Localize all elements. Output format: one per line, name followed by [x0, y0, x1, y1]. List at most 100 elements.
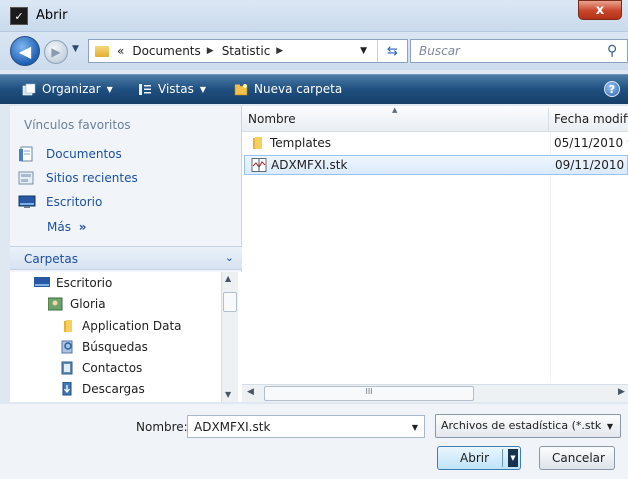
- history-dropdown-icon[interactable]: ▼: [72, 44, 79, 54]
- cancel-button[interactable]: Cancelar: [539, 446, 615, 470]
- views-button[interactable]: Vistas ▼: [138, 82, 206, 96]
- file-type-select[interactable]: Archivos de estadística (*.stk ▼: [435, 414, 621, 438]
- views-icon: [139, 83, 151, 95]
- help-icon[interactable]: ?: [604, 81, 620, 97]
- folders-header[interactable]: Carpetas ⌄: [10, 246, 242, 270]
- breadcrumb-overflow[interactable]: «: [117, 44, 124, 58]
- file-row-adxmfxi[interactable]: ADXMFXI.stk 09/11/2010 1: [244, 155, 628, 175]
- chevron-down-icon: ▼: [106, 84, 113, 94]
- horizontal-scrollbar[interactable]: ◀ III ▶: [242, 384, 628, 402]
- favorites-header: Vínculos favoritos: [24, 118, 131, 132]
- more-arrows: »: [78, 220, 87, 234]
- open-label: Abrir: [460, 451, 490, 465]
- tree-label: Escritorio: [56, 276, 113, 290]
- forward-button[interactable]: ▶: [44, 40, 68, 64]
- dialog-footer: Nombre: ADXMFXI.stk ▼ Archivos de estadí…: [0, 404, 628, 479]
- address-dropdown-icon[interactable]: ▼: [360, 46, 367, 56]
- search-icon[interactable]: ⚲: [607, 43, 623, 59]
- tree-item-descargas[interactable]: Descargas: [60, 382, 145, 396]
- search-placeholder: Buscar: [419, 44, 460, 58]
- new-folder-label: Nueva carpeta: [254, 82, 343, 96]
- tree-item-gloria[interactable]: Gloria: [48, 297, 106, 311]
- window-title: Abrir: [36, 8, 68, 23]
- tree-item-application-data[interactable]: Application Data: [60, 319, 182, 333]
- tree-label: Contactos: [82, 361, 143, 375]
- file-date: 05/11/2010 9: [554, 136, 628, 150]
- downloads-icon: [62, 382, 72, 396]
- breadcrumb-separator-icon[interactable]: ▶: [276, 46, 283, 56]
- open-dropdown-icon[interactable]: ▼: [508, 449, 518, 467]
- favorite-label: Escritorio: [46, 195, 103, 209]
- file-name: Templates: [270, 136, 332, 150]
- tree-scrollbar[interactable]: ▲ ▼: [221, 272, 238, 402]
- stk-file-icon: [251, 158, 267, 172]
- tree-item-contactos[interactable]: Contactos: [60, 361, 142, 375]
- file-type-value: Archivos de estadística (*.stk: [441, 419, 602, 432]
- organize-label: Organizar: [42, 82, 101, 96]
- file-date: 09/11/2010 1: [555, 158, 628, 172]
- button-divider: [502, 449, 503, 467]
- new-folder-icon: [234, 83, 248, 95]
- file-row-templates[interactable]: Templates 05/11/2010 9: [244, 134, 628, 154]
- breadcrumb-documents[interactable]: Documents: [132, 44, 200, 58]
- user-folder-icon: [48, 297, 63, 311]
- new-folder-button[interactable]: Nueva carpeta: [234, 82, 342, 96]
- column-header-name[interactable]: Nombre: [248, 112, 296, 126]
- horizontal-scroll-thumb[interactable]: III: [264, 386, 474, 401]
- favorite-escritorio[interactable]: Escritorio: [18, 194, 102, 210]
- folder-icon: [253, 137, 262, 149]
- close-button[interactable]: x: [578, 0, 622, 20]
- chevron-down-icon[interactable]: ▼: [412, 423, 418, 432]
- file-list: ▲ Nombre Fecha modifi Templates 05/11/20…: [242, 106, 628, 402]
- more-label: Más: [47, 220, 71, 234]
- column-divider[interactable]: [548, 108, 549, 130]
- sort-ascending-icon: ▲: [392, 106, 398, 114]
- back-button[interactable]: ◀: [10, 36, 40, 66]
- tree-scroll-thumb[interactable]: [223, 292, 237, 312]
- favorite-documentos[interactable]: Documentos: [18, 146, 122, 162]
- navigation-pane: Vínculos favoritos Documentos Sitios rec…: [10, 106, 242, 402]
- file-name-input[interactable]: ADXMFXI.stk ▼: [187, 415, 425, 438]
- chevron-down-icon[interactable]: ⌄: [225, 251, 234, 264]
- file-name: ADXMFXI.stk: [271, 158, 348, 172]
- organize-icon: [22, 83, 36, 95]
- scroll-left-icon[interactable]: ◀: [247, 387, 254, 397]
- tree-label: Búsquedas: [82, 340, 148, 354]
- folder-tree: Escritorio Gloria Application Data Búsqu…: [10, 272, 242, 402]
- cancel-label: Cancelar: [552, 451, 605, 465]
- chevron-down-icon: ▼: [199, 84, 206, 94]
- scroll-down-icon[interactable]: ▼: [225, 390, 231, 399]
- contacts-icon: [61, 361, 73, 375]
- chevron-down-icon[interactable]: ▼: [607, 422, 613, 431]
- tree-label: Gloria: [70, 297, 106, 311]
- favorite-label: Sitios recientes: [46, 171, 138, 185]
- scroll-right-icon[interactable]: ▶: [618, 387, 625, 397]
- open-button[interactable]: Abrir ▼: [437, 446, 521, 470]
- desktop-icon: [18, 195, 36, 208]
- recent-places-icon: [18, 171, 34, 185]
- search-folder-icon: [61, 340, 73, 354]
- open-file-dialog: ✓ Abrir x ◀ ▶ ▼ « Documents ▶ Statistic …: [0, 0, 628, 479]
- more-link[interactable]: Más »: [47, 220, 87, 234]
- favorite-label: Documentos: [46, 147, 122, 161]
- app-icon: ✓: [10, 7, 28, 25]
- column-header-row: ▲ Nombre Fecha modifi: [242, 106, 628, 132]
- tree-label: Descargas: [82, 382, 145, 396]
- address-bar[interactable]: « Documents ▶ Statistic ▶ ▼ ⇆: [88, 39, 408, 63]
- tree-item-escritorio[interactable]: Escritorio: [34, 276, 112, 290]
- scroll-up-icon[interactable]: ▲: [225, 274, 231, 283]
- refresh-icon[interactable]: ⇆: [377, 40, 407, 62]
- desktop-icon: [34, 277, 50, 287]
- favorite-sitios-recientes[interactable]: Sitios recientes: [18, 170, 138, 186]
- column-header-date[interactable]: Fecha modifi: [554, 112, 628, 126]
- search-input[interactable]: Buscar ⚲: [410, 39, 628, 63]
- command-toolbar: Organizar ▼ Vistas ▼ Nueva carpeta ?: [0, 74, 628, 104]
- breadcrumb-statistic[interactable]: Statistic: [222, 44, 271, 58]
- breadcrumb-separator-icon[interactable]: ▶: [207, 46, 214, 56]
- organize-button[interactable]: Organizar ▼: [22, 82, 113, 96]
- folder-icon: [64, 320, 72, 332]
- file-name-label: Nombre:: [136, 420, 188, 434]
- folder-icon: [95, 45, 109, 57]
- title-bar: ✓ Abrir x: [0, 0, 628, 32]
- tree-item-busquedas[interactable]: Búsquedas: [60, 340, 148, 354]
